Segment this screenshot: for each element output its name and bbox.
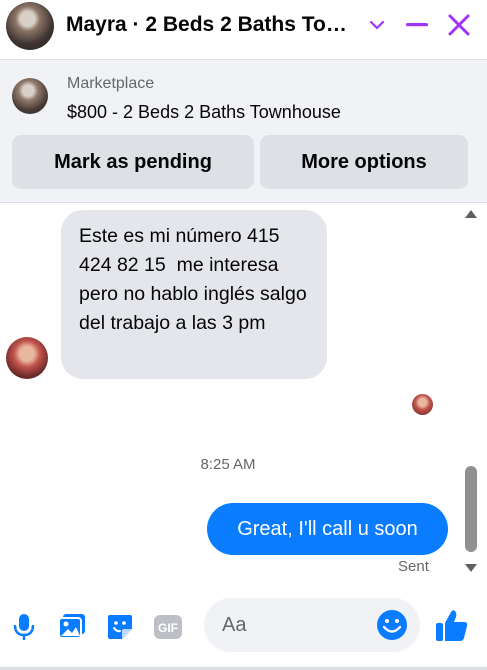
scroll-down-arrow-icon[interactable] xyxy=(465,564,477,572)
thread-scrollbar[interactable] xyxy=(460,204,482,578)
scroll-thumb[interactable] xyxy=(465,466,477,552)
sticker-icon[interactable] xyxy=(103,610,137,644)
listing-title[interactable]: $800 - 2 Beds 2 Baths Townhouse xyxy=(67,102,341,123)
close-icon[interactable] xyxy=(444,10,474,40)
sent-status: Sent xyxy=(398,558,429,575)
microphone-icon[interactable] xyxy=(7,610,41,644)
gif-icon[interactable]: GIF xyxy=(151,610,185,644)
incoming-message: Este es mi número 415 424 82 15 me inter… xyxy=(61,210,327,379)
photo-icon[interactable] xyxy=(55,610,89,644)
mark-as-pending-button[interactable]: Mark as pending xyxy=(12,135,254,189)
scroll-up-arrow-icon[interactable] xyxy=(465,210,477,218)
minimize-icon[interactable] xyxy=(402,10,432,40)
thumbs-up-icon[interactable] xyxy=(434,608,470,644)
contact-avatar[interactable] xyxy=(6,2,54,50)
more-options-button[interactable]: More options xyxy=(260,135,468,189)
listing-thumbnail[interactable] xyxy=(12,78,48,114)
marketplace-label: Marketplace xyxy=(67,75,155,92)
emoji-icon[interactable] xyxy=(376,609,408,641)
svg-text:GIF: GIF xyxy=(158,621,178,635)
outgoing-message: Great, I'll call u soon xyxy=(207,503,448,555)
message-input[interactable]: Aa xyxy=(204,598,420,652)
message-input-placeholder: Aa xyxy=(222,614,247,636)
message-composer: GIF Aa xyxy=(0,588,487,664)
message-thread: Este es mi número 415 424 82 15 me inter… xyxy=(0,204,487,582)
conversation-title[interactable]: Mayra · 2 Beds 2 Baths Townhouse xyxy=(66,13,356,37)
marketplace-panel: Marketplace $800 - 2 Beds 2 Baths Townho… xyxy=(0,59,487,203)
chevron-down-icon[interactable] xyxy=(362,10,392,40)
message-timestamp: 8:25 AM xyxy=(200,456,256,473)
chat-header: Mayra · 2 Beds 2 Baths Townhouse xyxy=(0,0,487,56)
seen-indicator-avatar xyxy=(412,394,433,415)
sender-avatar xyxy=(6,337,48,379)
